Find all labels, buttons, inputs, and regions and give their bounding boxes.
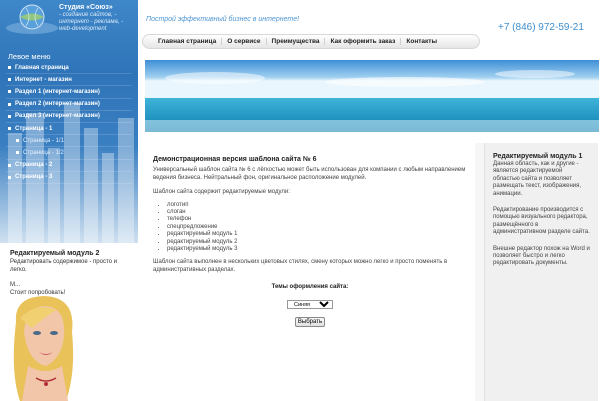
bullet-icon — [16, 151, 19, 155]
left-sidebar-panel: Студия «Союз» - создание сайтов, - интер… — [0, 0, 138, 243]
left-menu-item-label: Страница - 1/1 — [23, 137, 64, 144]
left-menu-title: Левое меню — [8, 52, 51, 61]
left-menu-item-label: Главная страница — [15, 64, 69, 71]
list-item: редактируемый модуль 3 — [167, 246, 475, 253]
column-separator — [475, 143, 484, 401]
left-menu-item-page-1[interactable]: Страница - 1 — [6, 123, 132, 136]
page-title: Демонстрационная версия шаблона сайта № … — [153, 156, 317, 163]
studio-name: Студия «Союз» — [59, 4, 113, 11]
bullet-icon — [8, 66, 11, 70]
globe-logo-icon[interactable] — [4, 2, 60, 36]
left-menu: Главная страница Интернет - магазин Разд… — [6, 62, 132, 184]
sea-banner-image — [145, 60, 599, 132]
list-item: редактируемый модуль 1 — [167, 231, 475, 238]
list-item: слоган — [167, 209, 475, 216]
studio-tagline: - создание сайтов, - интернет - реклама,… — [59, 12, 124, 32]
left-menu-item-section-2[interactable]: Раздел 2 (интернет-магазин) — [6, 99, 132, 111]
list-item: редактируемый модуль 2 — [167, 239, 475, 246]
list-item: телефон — [167, 216, 475, 223]
list-item: спецпредложение — [167, 224, 475, 231]
module-1-paragraph-1: Данная область, как и другие - является … — [493, 161, 582, 197]
select-theme-button[interactable]: Выбрать — [295, 317, 325, 328]
nav-item-home[interactable]: Главная страница — [153, 38, 221, 45]
bullet-icon — [8, 114, 11, 118]
left-menu-item-label: Страница - 1/2 — [23, 149, 64, 156]
left-menu-item-label: Страница - 1 — [15, 125, 53, 132]
header-phone: +7 (846) 972-59-21 — [498, 22, 584, 33]
styles-note: Шаблон сайта выполнен в нескольких цвето… — [153, 259, 448, 273]
theme-label: Темы оформления сайта: — [271, 284, 349, 291]
module-2-text-2: М... — [10, 282, 20, 288]
bullet-icon — [8, 163, 11, 167]
left-menu-item-label: Страница - 2 — [15, 162, 53, 169]
modules-intro: Шаблон сайта содержит редактируемые моду… — [153, 189, 290, 195]
left-menu-item-label: Раздел 2 (интернет-магазин) — [15, 101, 100, 108]
header-slogan: Построй эффективный бизнес в интернете! — [146, 16, 300, 23]
bullet-icon — [8, 78, 11, 82]
left-menu-item-page-1-2[interactable]: Страница - 1/2 — [6, 147, 132, 160]
bullet-icon — [8, 127, 11, 131]
bullet-icon — [8, 102, 11, 106]
module-1-paragraph-2: Редактирование производится с помощью ви… — [493, 207, 590, 236]
module-2-title: Редактируемый модуль 2 — [10, 250, 100, 257]
nav-item-about[interactable]: О сервисе — [221, 38, 265, 45]
module-1-paragraph-3: Внешне редактор похож на Word и позволяе… — [493, 245, 590, 267]
main-content: Демонстрационная версия шаблона сайта № … — [145, 147, 475, 328]
nav-item-contacts[interactable]: Контакты — [400, 38, 442, 45]
left-menu-item-home[interactable]: Главная страница — [6, 62, 132, 75]
bullet-icon — [8, 175, 11, 179]
left-menu-item-label: Раздел 3 (интернет-магазин) — [15, 113, 100, 120]
left-menu-item-label: Интернет - магазин — [15, 76, 72, 83]
nav-item-advantages[interactable]: Преимущества — [265, 38, 325, 45]
intro-paragraph: Универсальный шаблон сайта № 6 с лёгкост… — [153, 167, 466, 181]
module-2-text: Редактировать содержимое - просто и легк… — [10, 259, 118, 273]
modules-list: логотип слоган телефон спецпредложение р… — [167, 202, 475, 254]
left-menu-item-label: Страница - 3 — [15, 174, 53, 181]
woman-portrait-image — [13, 296, 74, 401]
theme-select[interactable]: Синяя — [287, 300, 333, 310]
left-menu-item-page-3[interactable]: Страница - 3 — [6, 172, 132, 184]
editable-module-1: Редактируемый модуль 1 Данная область, к… — [484, 143, 598, 401]
bullet-icon — [16, 139, 19, 143]
left-column: Студия «Союз» - создание сайтов, - интер… — [0, 0, 138, 401]
list-item: логотип — [167, 202, 475, 209]
left-menu-item-page-2[interactable]: Страница - 2 — [6, 160, 132, 172]
nav-item-how-to-order[interactable]: Как оформить заказ — [324, 38, 400, 45]
left-menu-item-page-1-1[interactable]: Страница - 1/1 — [6, 135, 132, 148]
top-navigation: Главная страница О сервисе Преимущества … — [142, 34, 480, 49]
editable-module-2: Редактируемый модуль 2 Редактировать сод… — [10, 250, 130, 297]
left-menu-item-section-1[interactable]: Раздел 1 (интернет-магазин) — [6, 86, 132, 99]
module-1-title: Редактируемый модуль 1 — [493, 153, 583, 160]
left-menu-item-label: Раздел 1 (интернет-магазин) — [15, 88, 100, 95]
left-menu-item-shop[interactable]: Интернет - магазин — [6, 74, 132, 87]
left-menu-item-section-3[interactable]: Раздел 3 (интернет-магазин) — [6, 111, 132, 123]
bullet-icon — [8, 90, 11, 94]
